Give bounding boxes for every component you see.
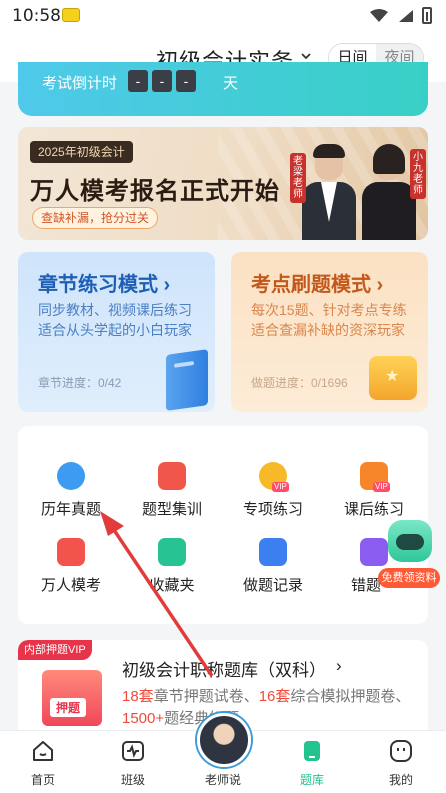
- book-illustration-icon: [166, 349, 208, 411]
- nav-question-bank[interactable]: 题库: [277, 731, 347, 793]
- exam-countdown-banner: 考试倒计时 - - - 天: [18, 62, 428, 116]
- tool-favorites[interactable]: 收藏夹: [127, 530, 217, 600]
- countdown-digit: -: [176, 70, 196, 92]
- vip-tag: 内部押题VIP: [18, 640, 92, 660]
- teacher-name-tag: 老梁老师: [290, 153, 306, 203]
- status-indicators: [370, 7, 432, 24]
- free-materials-float[interactable]: 免费领资料: [378, 520, 440, 592]
- cover-text: 押题: [50, 698, 87, 717]
- bank-cover-icon: 押题: [42, 670, 102, 726]
- teacher-name-tag: 小九老师: [410, 149, 426, 199]
- card-description: 每次15题、针对考点专练 适合查漏补缺的资深玩家: [251, 302, 407, 338]
- treasure-box-illustration-icon: [369, 356, 417, 400]
- nav-class[interactable]: 班级: [98, 731, 168, 793]
- chevron-right-icon: ›: [336, 656, 342, 675]
- question-bank-icon: [304, 741, 320, 761]
- app-notification-icon: [62, 8, 80, 22]
- bank-description: 18套章节押题试卷、16套综合模拟押题卷、1500+题经典好题: [122, 688, 411, 727]
- vip-badge: VIP: [373, 482, 390, 492]
- vip-badge: VIP: [272, 482, 289, 492]
- countdown-digit: -: [152, 70, 172, 92]
- bank-title: 初级会计职称题库（双科）: [122, 661, 326, 680]
- tool-mock-exam[interactable]: 万人模考: [26, 530, 116, 600]
- question-type-icon: [158, 462, 186, 490]
- countdown-label: 考试倒计时: [42, 75, 118, 92]
- countdown-unit: 天: [223, 75, 239, 92]
- status-bar: 10:58: [0, 0, 446, 32]
- profile-icon: [390, 740, 412, 762]
- card-title: 章节练习模式 ›: [38, 274, 171, 296]
- tool-grid-panel: 历年真题 题型集训 VIP 专项练习 VIP 课后练习 万人模考 收藏夹 做题记…: [18, 426, 428, 624]
- nav-profile[interactable]: 我的: [366, 731, 436, 793]
- chevron-down-icon[interactable]: [300, 50, 312, 62]
- status-time: 10:58: [12, 6, 61, 26]
- teacher-photo: [298, 144, 360, 240]
- tool-question-types[interactable]: 题型集训: [127, 454, 217, 524]
- teacher-avatar[interactable]: [197, 713, 251, 767]
- promo-title: 万人模考报名正式开始: [30, 178, 280, 205]
- card-title: 考点刷题模式 ›: [251, 274, 384, 296]
- nav-home[interactable]: 首页: [8, 731, 78, 793]
- signal-icon: [399, 9, 413, 22]
- mock-exam-icon: [57, 538, 85, 566]
- point-drill-card[interactable]: 考点刷题模式 › 每次15题、针对考点专练 适合查漏补缺的资深玩家 做题进度：0…: [231, 252, 428, 412]
- promo-cta-button[interactable]: 查缺补漏，抢分过关: [32, 207, 159, 229]
- countdown-digit: -: [128, 70, 148, 92]
- free-materials-label: 免费领资料: [378, 568, 440, 588]
- tool-special-practice[interactable]: VIP 专项练习: [228, 454, 318, 524]
- robot-mascot-icon: [388, 520, 432, 562]
- class-icon: [122, 741, 144, 761]
- tool-records[interactable]: 做题记录: [228, 530, 318, 600]
- drill-progress: 做题进度：0/1696: [251, 376, 348, 390]
- favorites-icon: [158, 538, 186, 566]
- chapter-practice-card[interactable]: 章节练习模式 › 同步教材、视频课后练习 适合从头学起的小白玩家 章节进度：0/…: [18, 252, 215, 412]
- promo-tag: 2025年初级会计: [30, 141, 133, 163]
- card-description: 同步教材、视频课后练习 适合从头学起的小白玩家: [38, 302, 192, 338]
- records-icon: [259, 538, 287, 566]
- wifi-icon: [370, 8, 388, 22]
- home-icon: [33, 741, 53, 761]
- chapter-progress: 章节进度：0/42: [38, 376, 122, 390]
- battery-icon: [422, 7, 432, 24]
- mock-exam-promo-banner[interactable]: 2025年初级会计 万人模考报名正式开始 查缺补漏，抢分过关 老梁老师 小九老师: [18, 127, 428, 240]
- tool-after-class[interactable]: VIP 课后练习: [329, 454, 419, 524]
- tool-past-exams[interactable]: 历年真题: [26, 454, 116, 524]
- past-exams-icon: [57, 462, 85, 490]
